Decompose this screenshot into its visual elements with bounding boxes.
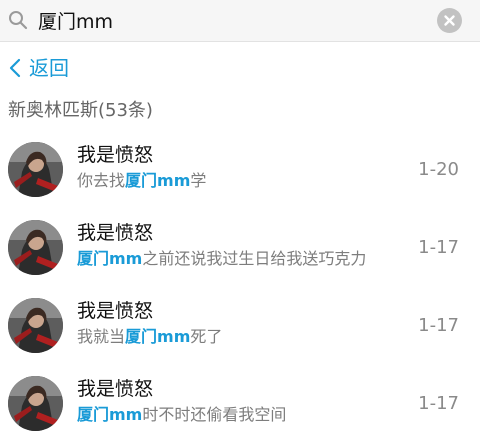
message-snippet: 你去找厦门mm学 — [77, 171, 207, 190]
group-result-header: 新奥林匹斯(53条) — [8, 100, 153, 121]
result-item[interactable]: 我是愤怒 厦门mm之前还说我过生日给我送巧克力 1-17 — [0, 209, 480, 287]
result-list: 我是愤怒 你去找厦门mm学 1-20 我是愤怒 厦门mm之前还说我过生日给我送巧… — [0, 131, 480, 443]
contact-name: 我是愤怒 — [77, 300, 154, 322]
contact-name: 我是愤怒 — [77, 378, 154, 400]
snippet-fade — [379, 247, 407, 271]
keyword-highlight: 厦门mm — [125, 171, 191, 190]
avatar — [8, 376, 63, 431]
search-icon — [8, 10, 28, 30]
avatar — [8, 298, 63, 353]
clear-icon — [444, 15, 455, 26]
search-results-page: 返回 新奥林匹斯(53条) 我是愤怒 你去找厦门mm学 1-20 — [0, 0, 480, 445]
message-snippet: 我就当厦门mm死了 — [77, 327, 223, 346]
avatar — [8, 142, 63, 197]
search-bar — [0, 0, 480, 42]
keyword-highlight: 厦门mm — [77, 249, 143, 268]
result-date: 1-17 — [418, 237, 459, 258]
result-item[interactable]: 我是愤怒 我就当厦门mm死了 1-17 — [0, 287, 480, 365]
keyword-highlight: 厦门mm — [125, 327, 191, 346]
message-snippet: 厦门mm时不时还偷看我空间 — [77, 405, 287, 424]
result-date: 1-20 — [418, 159, 459, 180]
contact-name: 我是愤怒 — [77, 222, 154, 244]
message-snippet: 厦门mm之前还说我过生日给我送巧克力 — [77, 247, 407, 271]
clear-search-button[interactable] — [437, 8, 462, 33]
result-item[interactable]: 我是愤怒 厦门mm时不时还偷看我空间 1-17 — [0, 365, 480, 443]
contact-name: 我是愤怒 — [77, 144, 154, 166]
back-button[interactable]: 返回 — [8, 54, 69, 82]
keyword-highlight: 厦门mm — [77, 405, 143, 424]
result-item[interactable]: 我是愤怒 你去找厦门mm学 1-20 — [0, 131, 480, 209]
back-label: 返回 — [29, 56, 69, 80]
result-date: 1-17 — [418, 393, 459, 414]
result-date: 1-17 — [418, 315, 459, 336]
search-input[interactable] — [38, 6, 428, 34]
chevron-left-icon — [9, 58, 21, 78]
avatar — [8, 220, 63, 275]
